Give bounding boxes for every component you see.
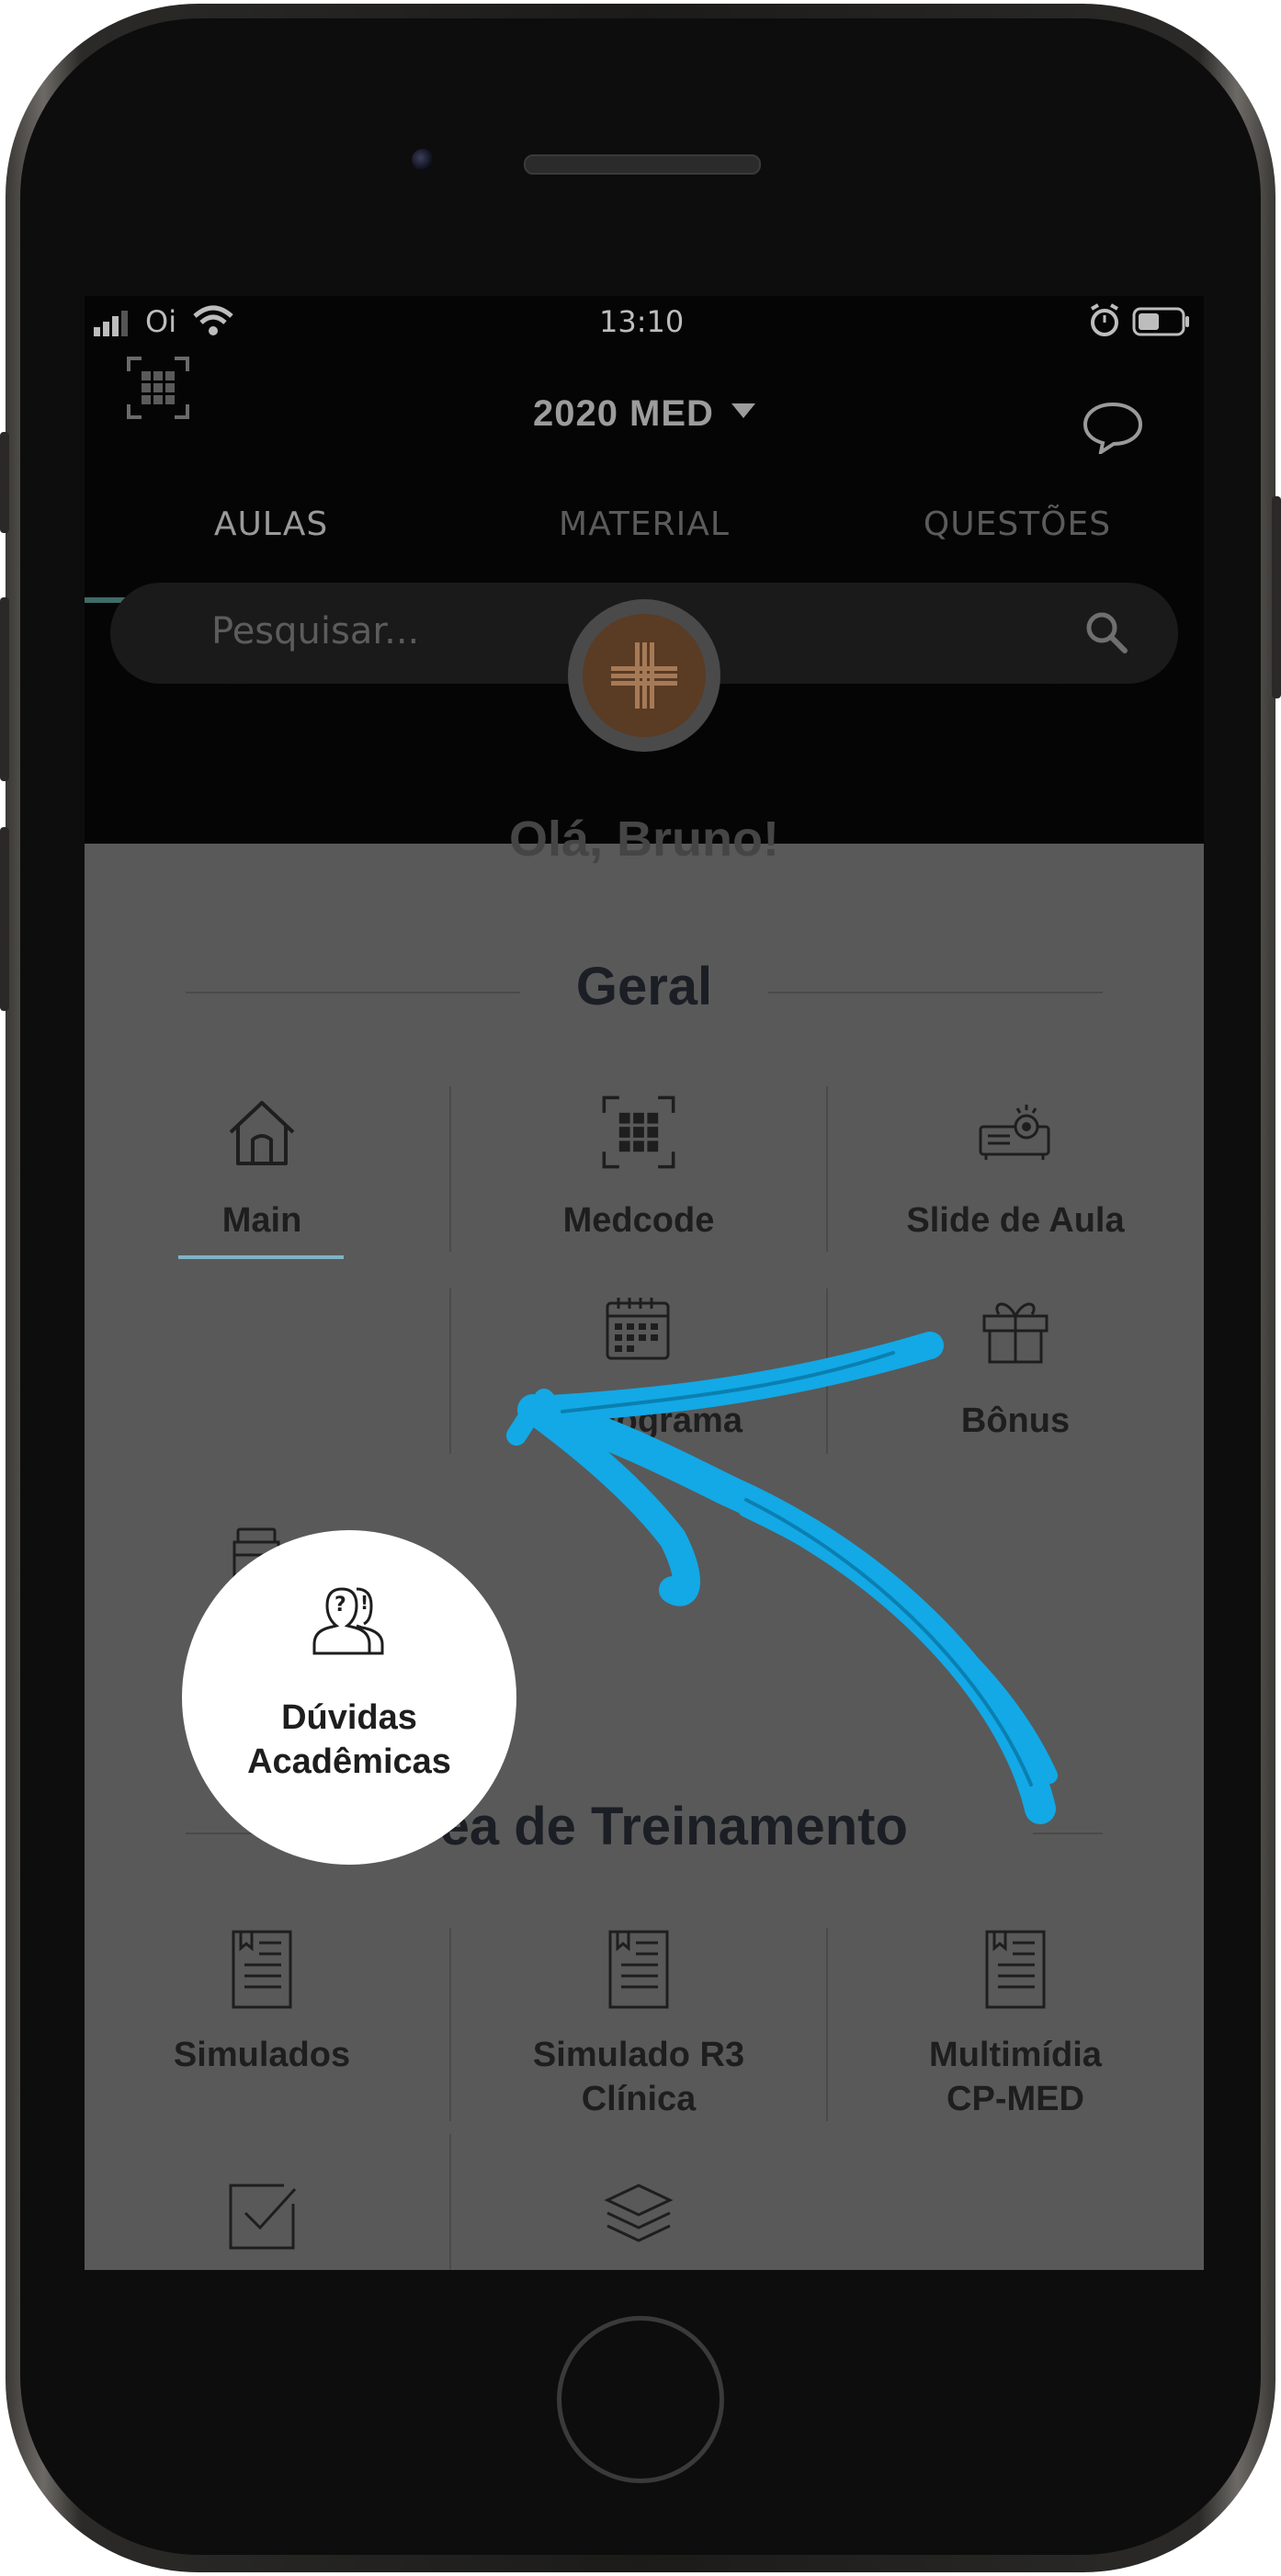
front-camera bbox=[412, 149, 434, 171]
volume-up-button bbox=[0, 597, 9, 781]
earpiece-speaker bbox=[524, 154, 761, 175]
home-button[interactable] bbox=[557, 2316, 724, 2483]
mute-switch bbox=[0, 432, 9, 533]
app-screen: Oi 13:10 2020 MED AULAS MATERIAL QUESTÕE… bbox=[85, 296, 1204, 2270]
annotation-arrow bbox=[506, 1332, 1058, 1824]
volume-down-button bbox=[0, 827, 9, 1011]
power-button bbox=[1272, 496, 1281, 698]
